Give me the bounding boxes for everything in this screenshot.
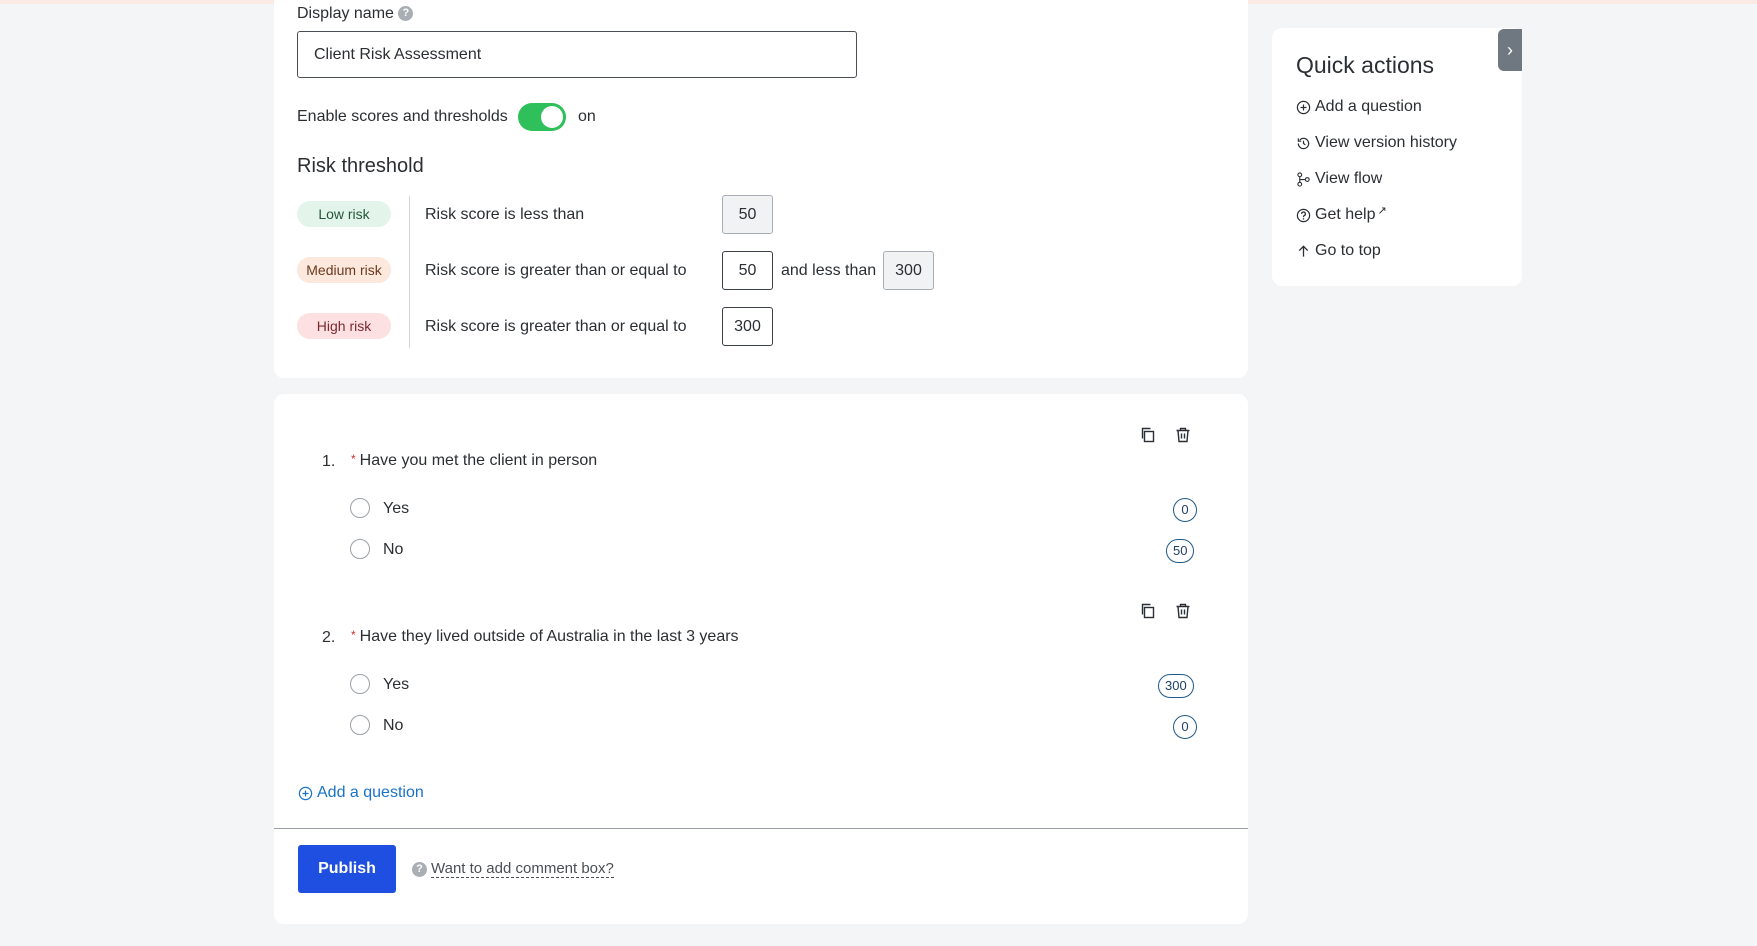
comment-box-link[interactable]: ? Want to add comment box? xyxy=(412,860,614,878)
plus-circle-icon xyxy=(298,786,313,800)
option-label: Yes xyxy=(383,500,410,517)
toggle-state: on xyxy=(578,108,596,125)
quick-action-label: Get help xyxy=(1315,206,1376,223)
option-score[interactable]: 0 xyxy=(1173,498,1197,522)
publish-button[interactable]: Publish xyxy=(298,845,396,893)
add-question-link[interactable]: Add a question xyxy=(298,784,424,802)
high-risk-rule: Risk score is greater than or equal to xyxy=(425,318,687,335)
delete-icon[interactable] xyxy=(1173,601,1193,621)
toggle-knob xyxy=(541,106,563,128)
help-icon[interactable]: ? xyxy=(398,6,414,22)
quick-action-label: Add a question xyxy=(1315,98,1422,115)
quick-action-label: View flow xyxy=(1315,170,1383,187)
option-score[interactable]: 0 xyxy=(1173,715,1197,739)
high-risk-min-input[interactable]: 300 xyxy=(722,307,773,346)
low-risk-badge: Low risk xyxy=(297,201,391,227)
question-number: 1. xyxy=(322,453,336,470)
display-name-label-row: Display name ? xyxy=(297,5,414,23)
low-risk-rule: Risk score is less than xyxy=(425,206,585,223)
question-text: * Have you met the client in person xyxy=(351,452,597,470)
radio-option[interactable] xyxy=(350,715,370,735)
questions-card xyxy=(274,394,1248,924)
radio-option[interactable] xyxy=(350,674,370,694)
history-icon xyxy=(1297,137,1310,149)
threshold-divider xyxy=(409,196,410,348)
duplicate-icon[interactable] xyxy=(1138,601,1158,621)
display-name-input[interactable] xyxy=(297,31,857,78)
duplicate-icon[interactable] xyxy=(1138,425,1158,445)
option-label: No xyxy=(383,541,404,558)
option-label: Yes xyxy=(383,676,410,693)
quick-action-get-help[interactable]: Get help ↗ xyxy=(1296,204,1387,224)
footer-divider xyxy=(274,828,1248,829)
quick-action-label: View version history xyxy=(1315,134,1457,151)
option-score[interactable]: 300 xyxy=(1158,674,1194,698)
flow-icon xyxy=(1297,171,1310,187)
question-number: 2. xyxy=(322,629,336,646)
arrow-up-icon xyxy=(1298,244,1309,257)
radio-option[interactable] xyxy=(350,498,370,518)
quick-action-view-flow[interactable]: View flow xyxy=(1296,170,1382,188)
quick-action-label: Go to top xyxy=(1315,242,1381,259)
scores-toggle[interactable] xyxy=(518,103,566,131)
low-risk-value: 50 xyxy=(722,195,773,234)
quick-actions-title: Quick actions xyxy=(1296,52,1435,78)
toggle-label: Enable scores and thresholds xyxy=(297,108,508,125)
quick-action-version-history[interactable]: View version history xyxy=(1296,134,1457,152)
required-mark: * xyxy=(351,452,356,466)
medium-risk-min-input[interactable]: 50 xyxy=(722,251,773,290)
medium-risk-max-value: 300 xyxy=(883,251,934,290)
quick-action-go-to-top[interactable]: Go to top xyxy=(1296,242,1381,260)
add-question-label: Add a question xyxy=(317,784,424,801)
option-label: No xyxy=(383,717,404,734)
chevron-right-icon: › xyxy=(1507,39,1513,60)
quick-action-add-question[interactable]: Add a question xyxy=(1296,98,1422,116)
medium-risk-rule: Risk score is greater than or equal to xyxy=(425,262,687,279)
question-label: Have you met the client in person xyxy=(359,452,598,469)
collapse-panel-button[interactable]: › xyxy=(1498,29,1522,71)
help-icon: ? xyxy=(412,861,427,877)
high-risk-badge: High risk xyxy=(297,313,391,339)
display-name-label: Display name xyxy=(297,5,394,22)
delete-icon[interactable] xyxy=(1173,425,1193,445)
help-circle-icon xyxy=(1296,208,1311,222)
medium-risk-badge: Medium risk xyxy=(297,257,391,283)
question-text: * Have they lived outside of Australia in… xyxy=(351,628,739,646)
external-link-icon: ↗ xyxy=(1377,204,1387,217)
plus-circle-icon xyxy=(1296,100,1311,114)
comment-box-label: Want to add comment box? xyxy=(431,860,614,878)
option-score[interactable]: 50 xyxy=(1166,539,1195,563)
required-mark: * xyxy=(351,628,356,642)
radio-option[interactable] xyxy=(350,539,370,559)
risk-threshold-heading: Risk threshold xyxy=(297,155,424,177)
question-label: Have they lived outside of Australia in … xyxy=(359,628,739,645)
medium-risk-and-text: and less than xyxy=(781,262,877,279)
